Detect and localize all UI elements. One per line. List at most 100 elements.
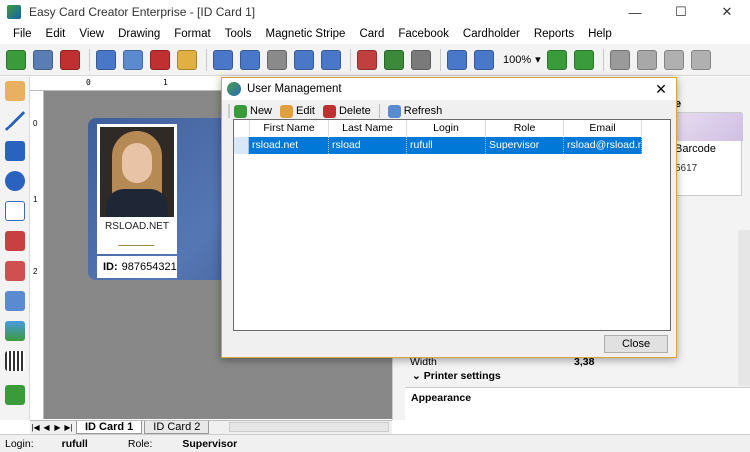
- printer-settings-label: Printer settings: [423, 370, 501, 382]
- cell-login[interactable]: rufull: [407, 137, 486, 154]
- menu-edit[interactable]: Edit: [39, 24, 73, 44]
- close-card-icon: [150, 49, 170, 70]
- status-role-value: Supervisor: [182, 437, 238, 450]
- paste-icon: [690, 49, 711, 70]
- import-button[interactable]: [94, 48, 118, 72]
- settings-button[interactable]: [292, 48, 316, 72]
- picture-tool-button[interactable]: [3, 319, 27, 343]
- menu-reports[interactable]: Reports: [527, 24, 581, 44]
- column-first-name[interactable]: First Name: [250, 120, 329, 136]
- printer-settings-group[interactable]: ⌄ Printer settings: [412, 370, 501, 382]
- cell-first-name[interactable]: rsload.net: [249, 137, 329, 154]
- ruler-label: 1: [163, 78, 168, 87]
- database-button[interactable]: [319, 48, 343, 72]
- open-button[interactable]: [31, 48, 55, 72]
- rectangle-icon: [5, 141, 25, 161]
- folder-button[interactable]: [175, 48, 199, 72]
- cell-email[interactable]: rsload@rsload.net: [564, 137, 642, 154]
- paste-button[interactable]: [689, 48, 713, 72]
- user-management-dialog: User Management ✕ New Edit Delete Refres…: [221, 77, 677, 358]
- dialog-close-button[interactable]: Close: [604, 335, 668, 353]
- zoom-select[interactable]: 100% ▾: [503, 53, 541, 67]
- photo-tool-button[interactable]: [3, 229, 27, 253]
- menu-help[interactable]: Help: [581, 24, 619, 44]
- check-button[interactable]: [382, 48, 406, 72]
- menu-facebook[interactable]: Facebook: [391, 24, 456, 44]
- tab-next-button[interactable]: ▶: [52, 423, 63, 432]
- cell-role[interactable]: Supervisor: [486, 137, 564, 154]
- tab-prev-button[interactable]: ◀: [41, 423, 52, 432]
- redo-button[interactable]: [608, 48, 632, 72]
- edit-card-button[interactable]: [121, 48, 145, 72]
- zoom-in-button[interactable]: [445, 48, 469, 72]
- cell-last-name[interactable]: rsload: [329, 137, 407, 154]
- table-tool-button[interactable]: [3, 289, 27, 313]
- fingerprint-icon: [411, 49, 431, 70]
- cardholder-photo[interactable]: [100, 127, 174, 217]
- column-email[interactable]: Email: [564, 120, 642, 136]
- minimize-button[interactable]: —: [612, 0, 658, 24]
- barcode-icon: [5, 351, 25, 371]
- menu-view[interactable]: View: [72, 24, 111, 44]
- menu-card[interactable]: Card: [352, 24, 391, 44]
- refresh-button[interactable]: Refresh: [387, 104, 442, 118]
- toolbar-separator: [378, 104, 380, 118]
- magnetic-tool-button[interactable]: [3, 383, 27, 407]
- horizontal-scrollbar[interactable]: [229, 422, 389, 432]
- zoom-out-button[interactable]: [472, 48, 496, 72]
- edit-card-icon: [123, 49, 143, 70]
- print-setup-button[interactable]: [211, 48, 235, 72]
- image-tool-button[interactable]: [3, 259, 27, 283]
- menu-file[interactable]: File: [6, 24, 39, 44]
- zoom-fit-button[interactable]: [545, 48, 569, 72]
- print-button[interactable]: [265, 48, 289, 72]
- folder-icon: [177, 49, 197, 70]
- menu-format[interactable]: Format: [167, 24, 217, 44]
- maximize-button[interactable]: ☐: [658, 0, 704, 24]
- barcode-tool-button[interactable]: [3, 349, 27, 373]
- card-id-field[interactable]: ID: 987654321: [97, 256, 177, 278]
- copy-button[interactable]: [662, 48, 686, 72]
- column-role[interactable]: Role: [486, 120, 564, 136]
- cardholder-grid[interactable]: Barcode 5617: [670, 112, 743, 196]
- delete-user-button[interactable]: Delete: [322, 104, 371, 118]
- cut-button[interactable]: [635, 48, 659, 72]
- column-last-name[interactable]: Last Name: [329, 120, 407, 136]
- table-row[interactable]: rsload.net rsload rufull Supervisor rslo…: [234, 137, 642, 154]
- close-button[interactable]: ✕: [704, 0, 750, 24]
- ellipse-tool-button[interactable]: [3, 169, 27, 193]
- tab-first-button[interactable]: |◀: [30, 423, 41, 432]
- tab-id-card-2[interactable]: ID Card 2: [144, 421, 210, 434]
- undo-button[interactable]: [572, 48, 596, 72]
- fingerprint-button[interactable]: [409, 48, 433, 72]
- text-tool-button[interactable]: [3, 199, 27, 223]
- signature-image[interactable]: [118, 232, 158, 246]
- line-tool-button[interactable]: [3, 109, 27, 133]
- menu-magnetic-stripe[interactable]: Magnetic Stripe: [259, 24, 353, 44]
- toolbar-grip: [228, 104, 230, 118]
- delete-card-button[interactable]: [58, 48, 82, 72]
- toolbar-separator: [89, 48, 90, 71]
- new-card-button[interactable]: [4, 48, 28, 72]
- menu-tools[interactable]: Tools: [218, 24, 259, 44]
- close-card-button[interactable]: [148, 48, 172, 72]
- rectangle-tool-button[interactable]: [3, 139, 27, 163]
- grid-banner: [671, 113, 743, 141]
- dialog-close-icon[interactable]: ✕: [652, 80, 670, 98]
- column-login[interactable]: Login: [407, 120, 486, 136]
- tab-id-card-1[interactable]: ID Card 1: [76, 421, 143, 434]
- card-name-text[interactable]: RSLOAD.NET: [97, 221, 177, 232]
- tab-last-button[interactable]: ▶|: [63, 423, 74, 432]
- print-preview-button[interactable]: [238, 48, 262, 72]
- properties-scrollbar[interactable]: [738, 230, 750, 386]
- card-id-value: 987654321: [121, 261, 177, 273]
- pointer-tool-button[interactable]: [3, 79, 27, 103]
- edit-user-button[interactable]: Edit: [280, 104, 315, 118]
- print-setup-icon: [213, 49, 233, 70]
- new-user-button[interactable]: New: [234, 104, 272, 118]
- status-login-value: rufull: [61, 437, 88, 450]
- cardholder-button[interactable]: [355, 48, 379, 72]
- menu-cardholder[interactable]: Cardholder: [456, 24, 527, 44]
- menu-drawing[interactable]: Drawing: [111, 24, 167, 44]
- image-icon: [5, 261, 25, 281]
